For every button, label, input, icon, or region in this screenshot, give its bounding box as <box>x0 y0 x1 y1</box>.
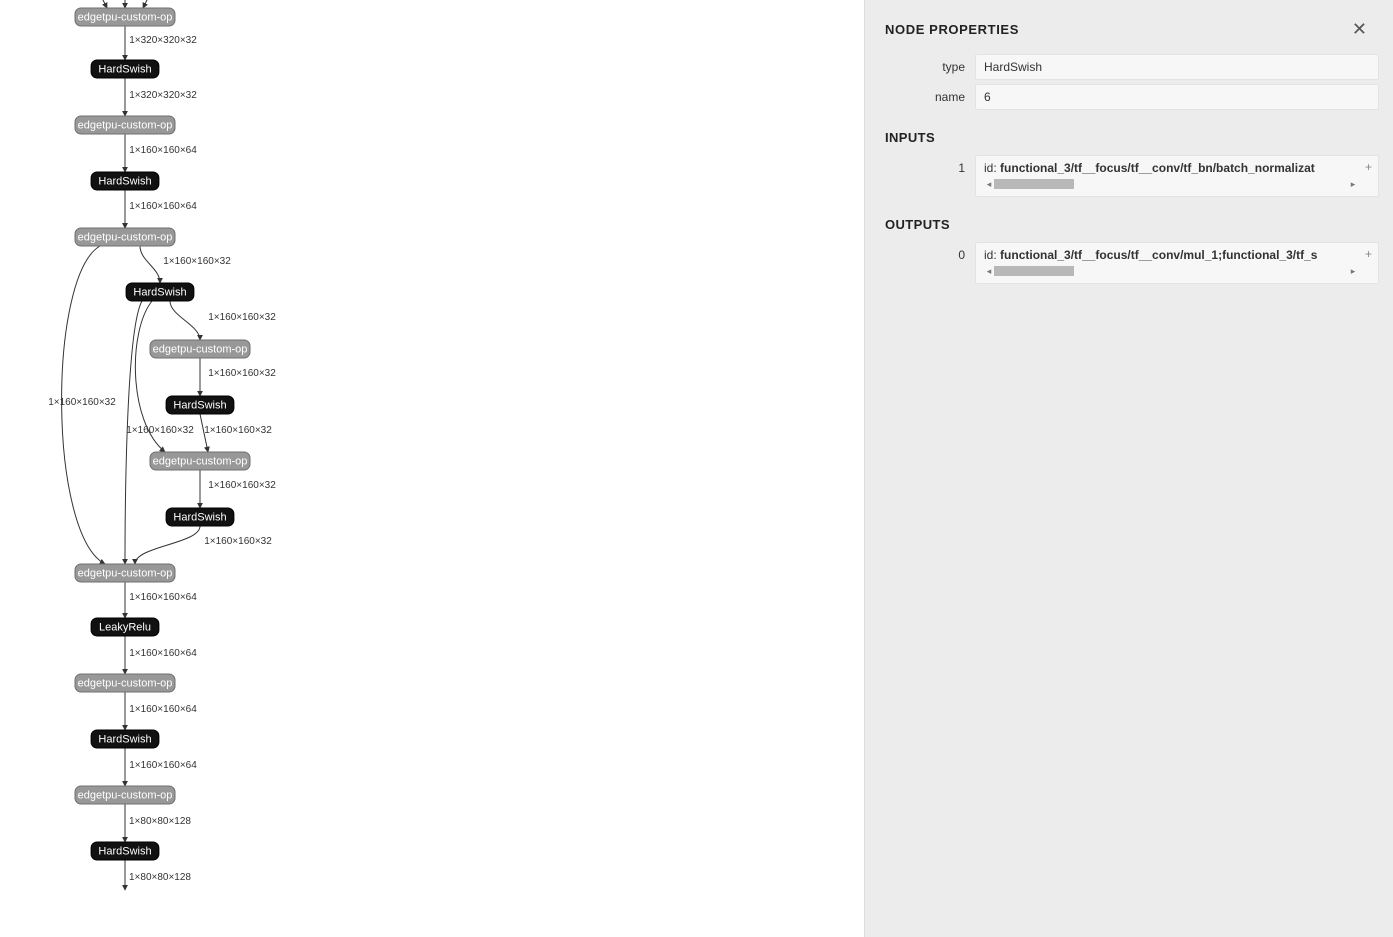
section-title-inputs: INPUTS <box>865 114 1393 151</box>
scroll-thumb[interactable] <box>994 179 1074 189</box>
input-id-value: functional_3/tf__focus/tf__conv/tf_bn/ba… <box>1000 161 1315 175</box>
scroll-right-icon[interactable]: ▸ <box>1348 179 1358 190</box>
scroll-right-icon[interactable]: ▸ <box>1348 266 1358 277</box>
output-scrollbar[interactable]: ◂ ▸ <box>984 264 1358 278</box>
graph-edge <box>140 246 160 283</box>
edge-label: 1×160×160×32 <box>48 397 116 408</box>
graph-node-edgetpu-custom-op[interactable]: edgetpu-custom-op <box>75 228 175 246</box>
node-label: edgetpu-custom-op <box>78 678 173 690</box>
graph-edge <box>135 526 200 564</box>
panel-title: NODE PROPERTIES <box>885 22 1019 37</box>
edge-label: 1×160×160×32 <box>204 425 272 436</box>
graph-node-edgetpu-custom-op[interactable]: edgetpu-custom-op <box>150 340 250 358</box>
edge-label: 1×160×160×64 <box>129 704 197 715</box>
node-label: edgetpu-custom-op <box>153 344 248 356</box>
scroll-thumb[interactable] <box>994 266 1074 276</box>
graph-node-edgetpu-custom-op[interactable]: edgetpu-custom-op <box>75 564 175 582</box>
node-label: HardSwish <box>173 512 226 524</box>
graph-node-edgetpu-custom-op[interactable]: edgetpu-custom-op <box>150 452 250 470</box>
graph-canvas[interactable]: 1×320×320×32 1×320×320×32 1×160×160×64 1×16… <box>0 0 864 937</box>
output-box-0[interactable]: id: functional_3/tf__focus/tf__conv/mul_… <box>975 242 1379 284</box>
node-label: edgetpu-custom-op <box>78 568 173 580</box>
edge-label: 1×160×160×64 <box>129 760 197 771</box>
edge-label: 1×160×160×64 <box>129 592 197 603</box>
node-label: HardSwish <box>98 64 151 76</box>
node-label: HardSwish <box>98 176 151 188</box>
graph-node-hardswish[interactable]: HardSwish <box>91 172 159 190</box>
graph-node-hardswish[interactable]: HardSwish <box>126 283 194 301</box>
node-label: HardSwish <box>133 287 186 299</box>
node-label: edgetpu-custom-op <box>78 120 173 132</box>
input-index-0: 1 <box>885 155 975 197</box>
node-label: LeakyRelu <box>99 622 151 634</box>
edge-label: 1×160×160×32 <box>163 256 231 267</box>
expand-icon[interactable]: + <box>1365 160 1372 174</box>
node-properties-panel: NODE PROPERTIES ✕ type HardSwish name 6 … <box>864 0 1393 937</box>
graph-node-hardswish[interactable]: HardSwish <box>91 60 159 78</box>
graph-node-hardswish[interactable]: HardSwish <box>91 842 159 860</box>
property-value-name: 6 <box>975 84 1379 110</box>
property-label-type: type <box>885 54 975 80</box>
node-label: HardSwish <box>173 400 226 412</box>
edge-label: 1×160×160×32 <box>208 368 276 379</box>
graph-edge <box>100 0 107 8</box>
section-title-outputs: OUTPUTS <box>865 201 1393 238</box>
graph-node-edgetpu-custom-op[interactable]: edgetpu-custom-op <box>75 786 175 804</box>
close-icon[interactable]: ✕ <box>1346 18 1373 40</box>
node-label: edgetpu-custom-op <box>78 232 173 244</box>
graph-node-leakyrelu[interactable]: LeakyRelu <box>91 618 159 636</box>
graph-node-hardswish[interactable]: HardSwish <box>166 508 234 526</box>
output-id-prefix: id: <box>984 248 997 262</box>
graph-node-edgetpu-custom-op[interactable]: edgetpu-custom-op <box>75 8 175 26</box>
edge-label: 1×160×160×64 <box>129 201 197 212</box>
edge-label: 1×160×160×64 <box>129 145 197 156</box>
graph-node-hardswish[interactable]: HardSwish <box>91 730 159 748</box>
graph-node-edgetpu-custom-op[interactable]: edgetpu-custom-op <box>75 674 175 692</box>
scroll-left-icon[interactable]: ◂ <box>984 179 994 190</box>
edge-label: 1×160×160×32 <box>126 425 194 436</box>
output-index-0: 0 <box>885 242 975 284</box>
output-id-value: functional_3/tf__focus/tf__conv/mul_1;fu… <box>1000 248 1317 262</box>
node-label: edgetpu-custom-op <box>78 790 173 802</box>
node-label: HardSwish <box>98 846 151 858</box>
input-box-0[interactable]: id: functional_3/tf__focus/tf__conv/tf_b… <box>975 155 1379 197</box>
graph-node-edgetpu-custom-op[interactable]: edgetpu-custom-op <box>75 116 175 134</box>
graph-node-hardswish[interactable]: HardSwish <box>166 396 234 414</box>
edge-label: 1×80×80×128 <box>129 816 191 827</box>
input-id-prefix: id: <box>984 161 997 175</box>
node-label: edgetpu-custom-op <box>78 12 173 24</box>
input-scrollbar[interactable]: ◂ ▸ <box>984 177 1358 191</box>
edge-label: 1×320×320×32 <box>129 35 197 46</box>
edge-label: 1×160×160×32 <box>208 480 276 491</box>
scroll-left-icon[interactable]: ◂ <box>984 266 994 277</box>
expand-icon[interactable]: + <box>1365 247 1372 261</box>
node-label: HardSwish <box>98 734 151 746</box>
node-label: edgetpu-custom-op <box>153 456 248 468</box>
edge-label: 1×80×80×128 <box>129 872 191 883</box>
edge-label: 1×160×160×32 <box>204 536 272 547</box>
edge-label: 1×160×160×32 <box>208 312 276 323</box>
edge-label: 1×160×160×64 <box>129 648 197 659</box>
edge-label: 1×320×320×32 <box>129 90 197 101</box>
property-value-type: HardSwish <box>975 54 1379 80</box>
graph-edge <box>170 301 200 340</box>
graph-edge <box>143 0 150 8</box>
property-label-name: name <box>885 84 975 110</box>
